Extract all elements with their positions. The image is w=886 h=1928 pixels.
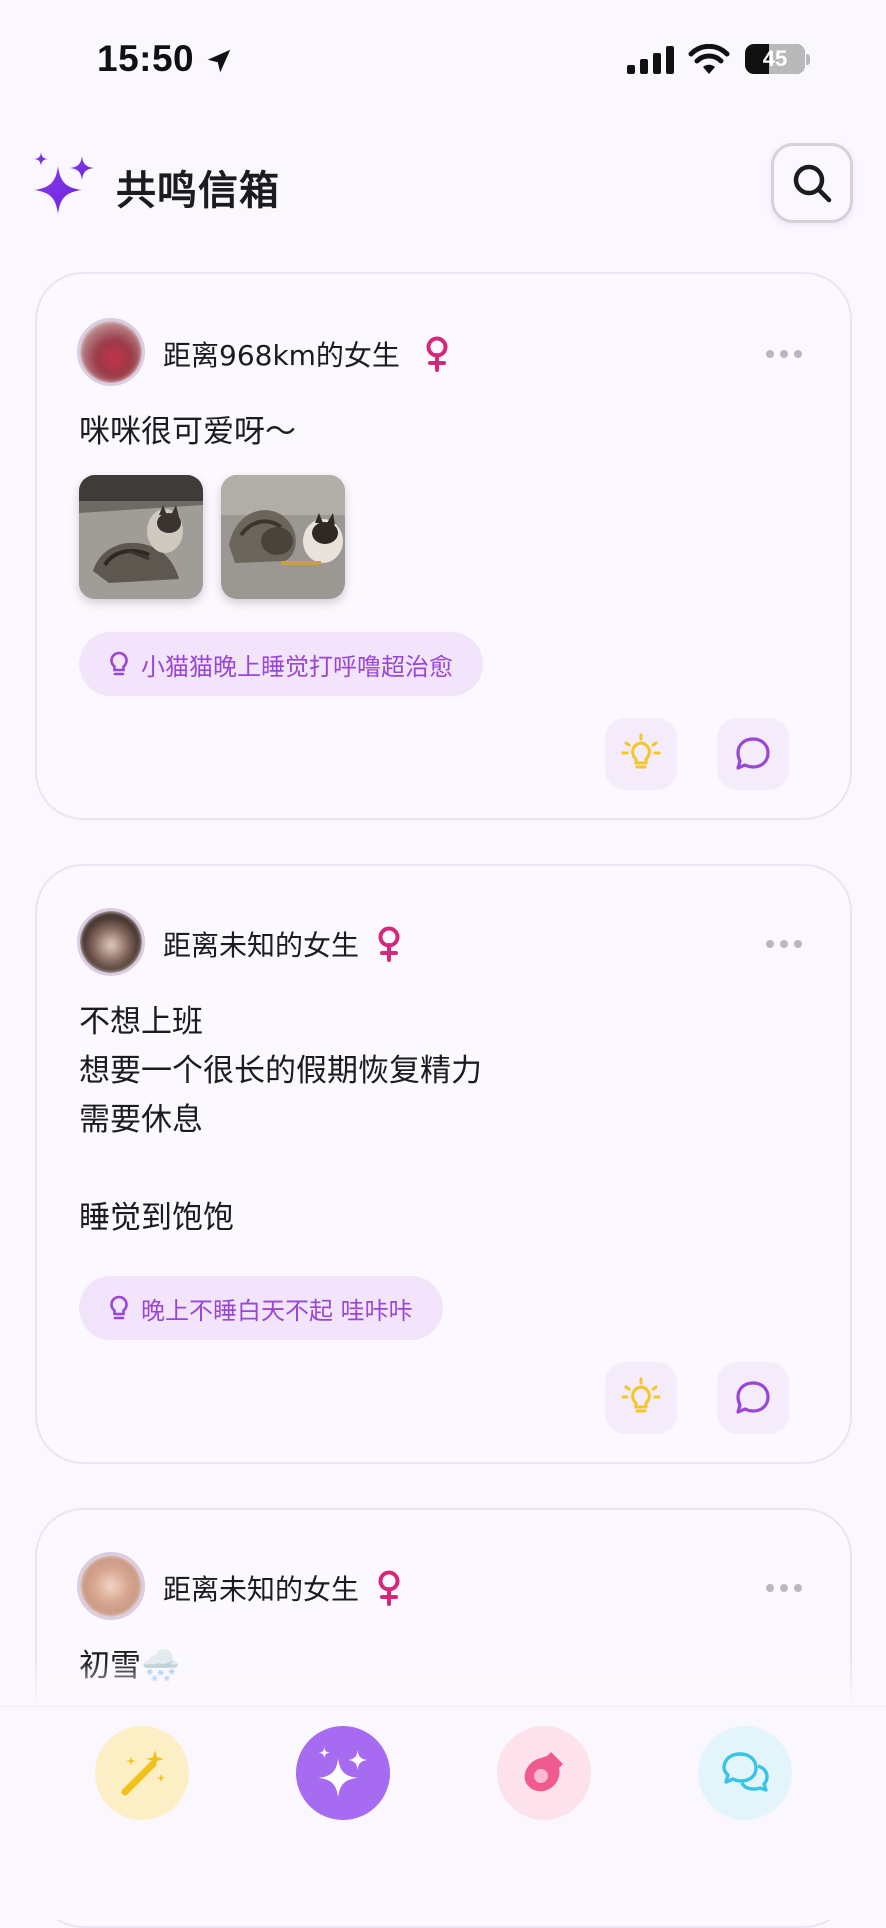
tag-chip[interactable]: 晚上不睡白天不起 哇咔咔: [79, 1276, 443, 1340]
search-icon: [793, 164, 832, 203]
comment-button[interactable]: [717, 1362, 789, 1434]
comment-button[interactable]: [717, 718, 789, 790]
female-icon: [378, 926, 400, 962]
battery-cap: [806, 54, 810, 65]
lightbulb-icon: [110, 1295, 128, 1320]
tab-magic-wand[interactable]: [95, 1726, 189, 1820]
tag-chip[interactable]: 小猫猫晚上睡觉打呼噜超治愈: [79, 632, 483, 696]
wifi-icon: [688, 44, 730, 74]
sparkles-icon: [318, 1747, 368, 1798]
user-name: 距离968km的女生: [163, 339, 400, 372]
status-bar: 15:50 45: [0, 0, 886, 120]
sparkles-icon: [34, 152, 94, 214]
lightbulb-icon: [621, 1377, 661, 1413]
resonate-button[interactable]: [605, 1362, 677, 1434]
lightbulb-icon: [621, 733, 661, 769]
search-button[interactable]: [771, 143, 853, 223]
status-time: 15:50: [97, 38, 195, 79]
post-text: 咪咪很可爱呀～: [79, 414, 296, 450]
female-icon: [378, 1570, 400, 1606]
avatar[interactable]: [77, 1552, 145, 1620]
location-arrow-icon: [207, 49, 231, 73]
tab-chat[interactable]: [698, 1726, 792, 1820]
battery-level: 45: [762, 46, 788, 71]
magic-wand-icon: [121, 1750, 165, 1796]
resonate-button[interactable]: [605, 718, 677, 790]
avatar[interactable]: [77, 318, 145, 386]
post-text: 不想上班 想要一个很长的假期恢复精力 需要休息 睡觉到饱饱: [79, 1004, 482, 1236]
post-image[interactable]: [221, 475, 345, 599]
comment-icon: [736, 737, 770, 770]
user-name: 距离未知的女生: [163, 1573, 360, 1606]
avatar[interactable]: [77, 908, 145, 976]
tag-text: 晚上不睡白天不起 哇咔咔: [141, 1296, 413, 1325]
user-name: 距离未知的女生: [163, 929, 360, 962]
tab-sparkles[interactable]: [296, 1726, 390, 1820]
post-card[interactable]: 距离968km的女生 咪咪很可爱呀～ 小猫猫晚上睡觉打呼噜超治愈: [35, 272, 852, 820]
signal-icon: [627, 46, 674, 74]
comment-icon: [736, 1381, 770, 1414]
female-icon: [426, 336, 448, 372]
scroll-fade: [0, 1660, 886, 1708]
tab-bottle[interactable]: [497, 1726, 591, 1820]
post-image[interactable]: [79, 475, 203, 599]
chat-bubbles-icon: [722, 1752, 769, 1792]
more-options-icon[interactable]: [766, 1582, 802, 1594]
more-options-icon[interactable]: [766, 348, 802, 360]
battery-indicator: 45: [745, 44, 805, 74]
post-card[interactable]: 距离未知的女生 不想上班 想要一个很长的假期恢复精力 需要休息 睡觉到饱饱 晚上…: [35, 864, 852, 1464]
bottle-icon: [524, 1752, 563, 1792]
more-options-icon[interactable]: [766, 938, 802, 950]
page-title: 共鸣信箱: [116, 168, 280, 214]
tag-text: 小猫猫晚上睡觉打呼噜超治愈: [141, 652, 453, 681]
lightbulb-icon: [110, 651, 128, 676]
